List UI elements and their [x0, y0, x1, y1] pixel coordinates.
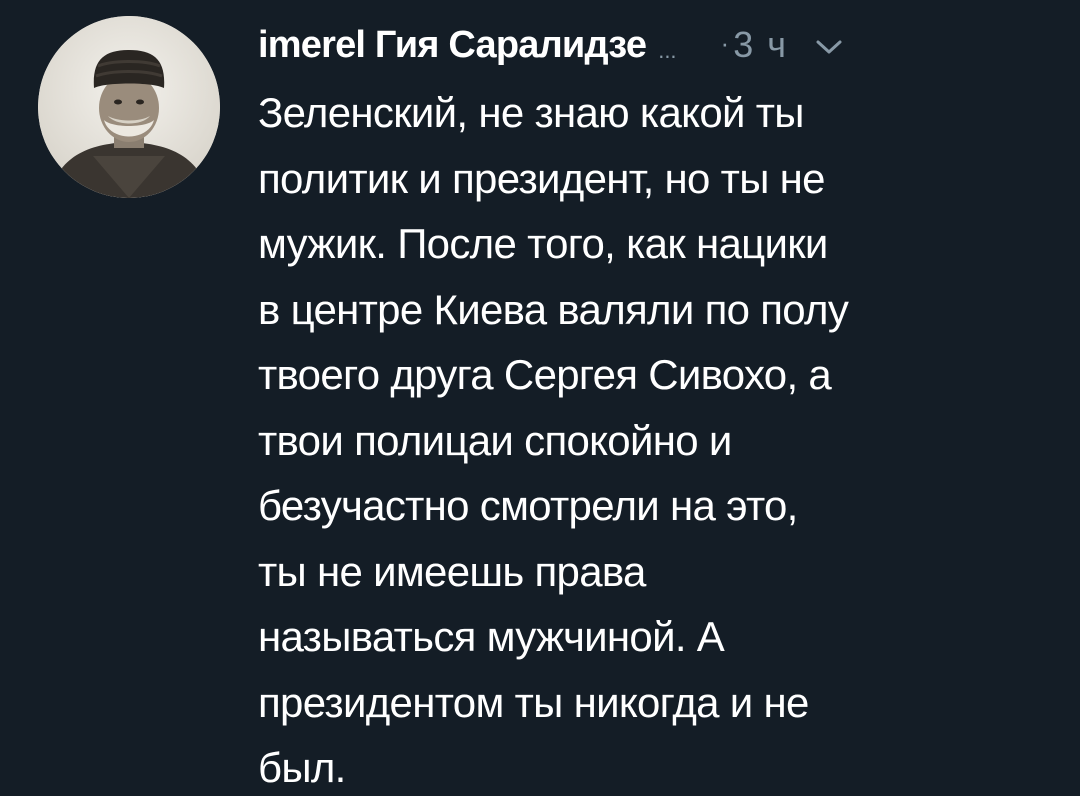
- author-display-name[interactable]: imerel Гия Саралидзе: [258, 24, 647, 67]
- tweet: imerel Гия Саралидзе ... · 3 ч Зеленский…: [0, 0, 1080, 796]
- avatar[interactable]: [38, 16, 220, 198]
- tweet-text: Зеленский, не знаю какой ты политик и пр…: [258, 80, 1058, 796]
- name-truncation: ...: [658, 38, 677, 63]
- tweet-text-line: твоего друга Сергея Сивохо, а: [258, 351, 832, 398]
- tweet-timestamp[interactable]: 3 ч: [733, 24, 788, 66]
- meta-separator: ·: [720, 27, 730, 58]
- tweet-text-line: политик и президент, но ты не: [258, 154, 826, 202]
- tweet-text-line: президентом ты никогда и не: [258, 678, 809, 726]
- tweet-text-line: Зеленский, не знаю какой ты: [258, 89, 804, 136]
- chevron-down-icon[interactable]: [814, 37, 844, 57]
- tweet-header: imerel Гия Саралидзе ... · 3 ч: [258, 16, 1058, 74]
- tweet-text-line: безучастно смотрели на это,: [258, 482, 798, 529]
- tweet-text-line: в центре Киева валяли по полу: [258, 285, 849, 333]
- tweet-text-line: называться мужчиной. А: [258, 613, 725, 660]
- avatar-photo-icon: [38, 16, 220, 198]
- tweet-text-line: был.: [258, 744, 346, 791]
- tweet-text-line: ты не имеешь права: [258, 547, 646, 595]
- tweet-text-line: твои полицаи спокойно и: [258, 416, 732, 464]
- tweet-text-line: мужик. После того, как нацики: [258, 220, 828, 267]
